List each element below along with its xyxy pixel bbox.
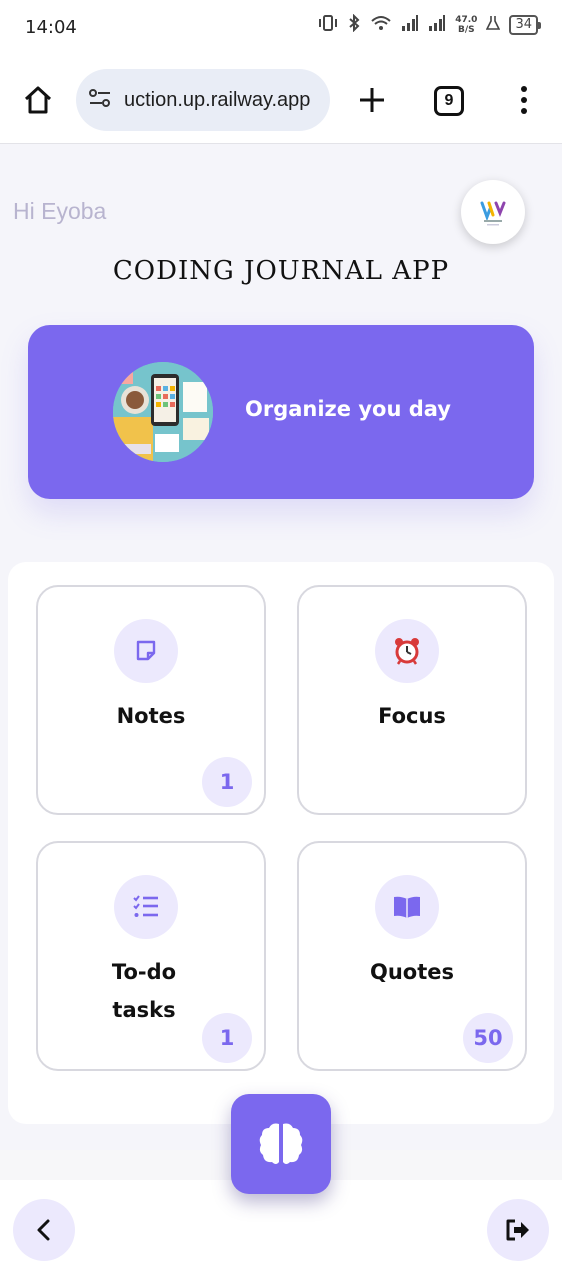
plus-icon xyxy=(360,88,384,112)
banner-text: Organize you day xyxy=(245,397,451,421)
browser-toolbar: uction.up.railway.app 9 xyxy=(0,56,562,144)
quotes-label: Quotes xyxy=(369,960,454,984)
notes-label: Notes xyxy=(116,704,186,728)
bottom-nav xyxy=(0,1180,562,1280)
home-icon xyxy=(24,86,52,114)
quotes-count-badge: 50 xyxy=(463,1013,513,1063)
profile-avatar[interactable] xyxy=(461,180,525,244)
focus-label: Focus xyxy=(378,704,446,728)
notes-card[interactable]: Notes 1 xyxy=(36,585,266,815)
vibrate-icon xyxy=(318,14,338,36)
notes-count-badge: 1 xyxy=(202,757,252,807)
net-speed-value: 47.0 xyxy=(455,15,478,25)
checklist-icon xyxy=(114,875,178,939)
net-speed-unit: B/S xyxy=(458,25,475,35)
tab-switcher-button[interactable]: 9 xyxy=(434,86,464,116)
wifi-icon xyxy=(370,14,392,36)
site-settings-icon[interactable] xyxy=(88,87,112,113)
quotes-card[interactable]: Quotes 50 xyxy=(297,841,527,1071)
page-title: CODING JOURNAL APP xyxy=(112,256,450,286)
chevron-left-icon xyxy=(37,1219,50,1241)
brain-icon xyxy=(259,1123,303,1164)
todo-count-badge: 1 xyxy=(202,1013,252,1063)
logout-button[interactable] xyxy=(487,1199,549,1261)
feature-grid: Notes 1 Focus To-do tasks 1 Quotes 50 xyxy=(8,562,554,1124)
logout-icon xyxy=(506,1219,529,1241)
signal-icon-1 xyxy=(401,14,419,36)
status-time: 14:04 xyxy=(25,17,77,38)
greeting-text: Hi Eyoba xyxy=(13,198,107,224)
flask-icon xyxy=(486,14,501,36)
bluetooth-icon xyxy=(347,13,361,36)
alarm-clock-icon xyxy=(375,619,439,683)
battery-indicator: 34 xyxy=(509,15,541,35)
dot xyxy=(521,86,527,92)
new-tab-button[interactable] xyxy=(352,80,392,120)
app-logo-icon xyxy=(480,201,506,226)
brain-fab-button[interactable] xyxy=(231,1094,331,1194)
net-speed: 47.0 B/S xyxy=(455,15,477,35)
home-button[interactable] xyxy=(18,80,58,120)
focus-card[interactable]: Focus xyxy=(297,585,527,815)
book-icon xyxy=(375,875,439,939)
more-menu-button[interactable] xyxy=(510,80,538,120)
status-icons: 47.0 B/S 34 xyxy=(318,13,541,36)
signal-icon-2 xyxy=(428,14,446,36)
todo-label: To-do tasks xyxy=(111,960,177,1022)
organize-banner[interactable]: Organize you day xyxy=(28,325,534,499)
dot xyxy=(521,97,527,103)
todo-card[interactable]: To-do tasks 1 xyxy=(36,841,266,1071)
address-bar[interactable]: uction.up.railway.app xyxy=(76,69,330,131)
url-text[interactable]: uction.up.railway.app xyxy=(124,89,320,112)
note-icon xyxy=(114,619,178,683)
back-button[interactable] xyxy=(13,1199,75,1261)
banner-image xyxy=(113,362,213,462)
status-bar: 14:04 47.0 B/S 34 xyxy=(0,0,562,56)
dot xyxy=(521,108,527,114)
